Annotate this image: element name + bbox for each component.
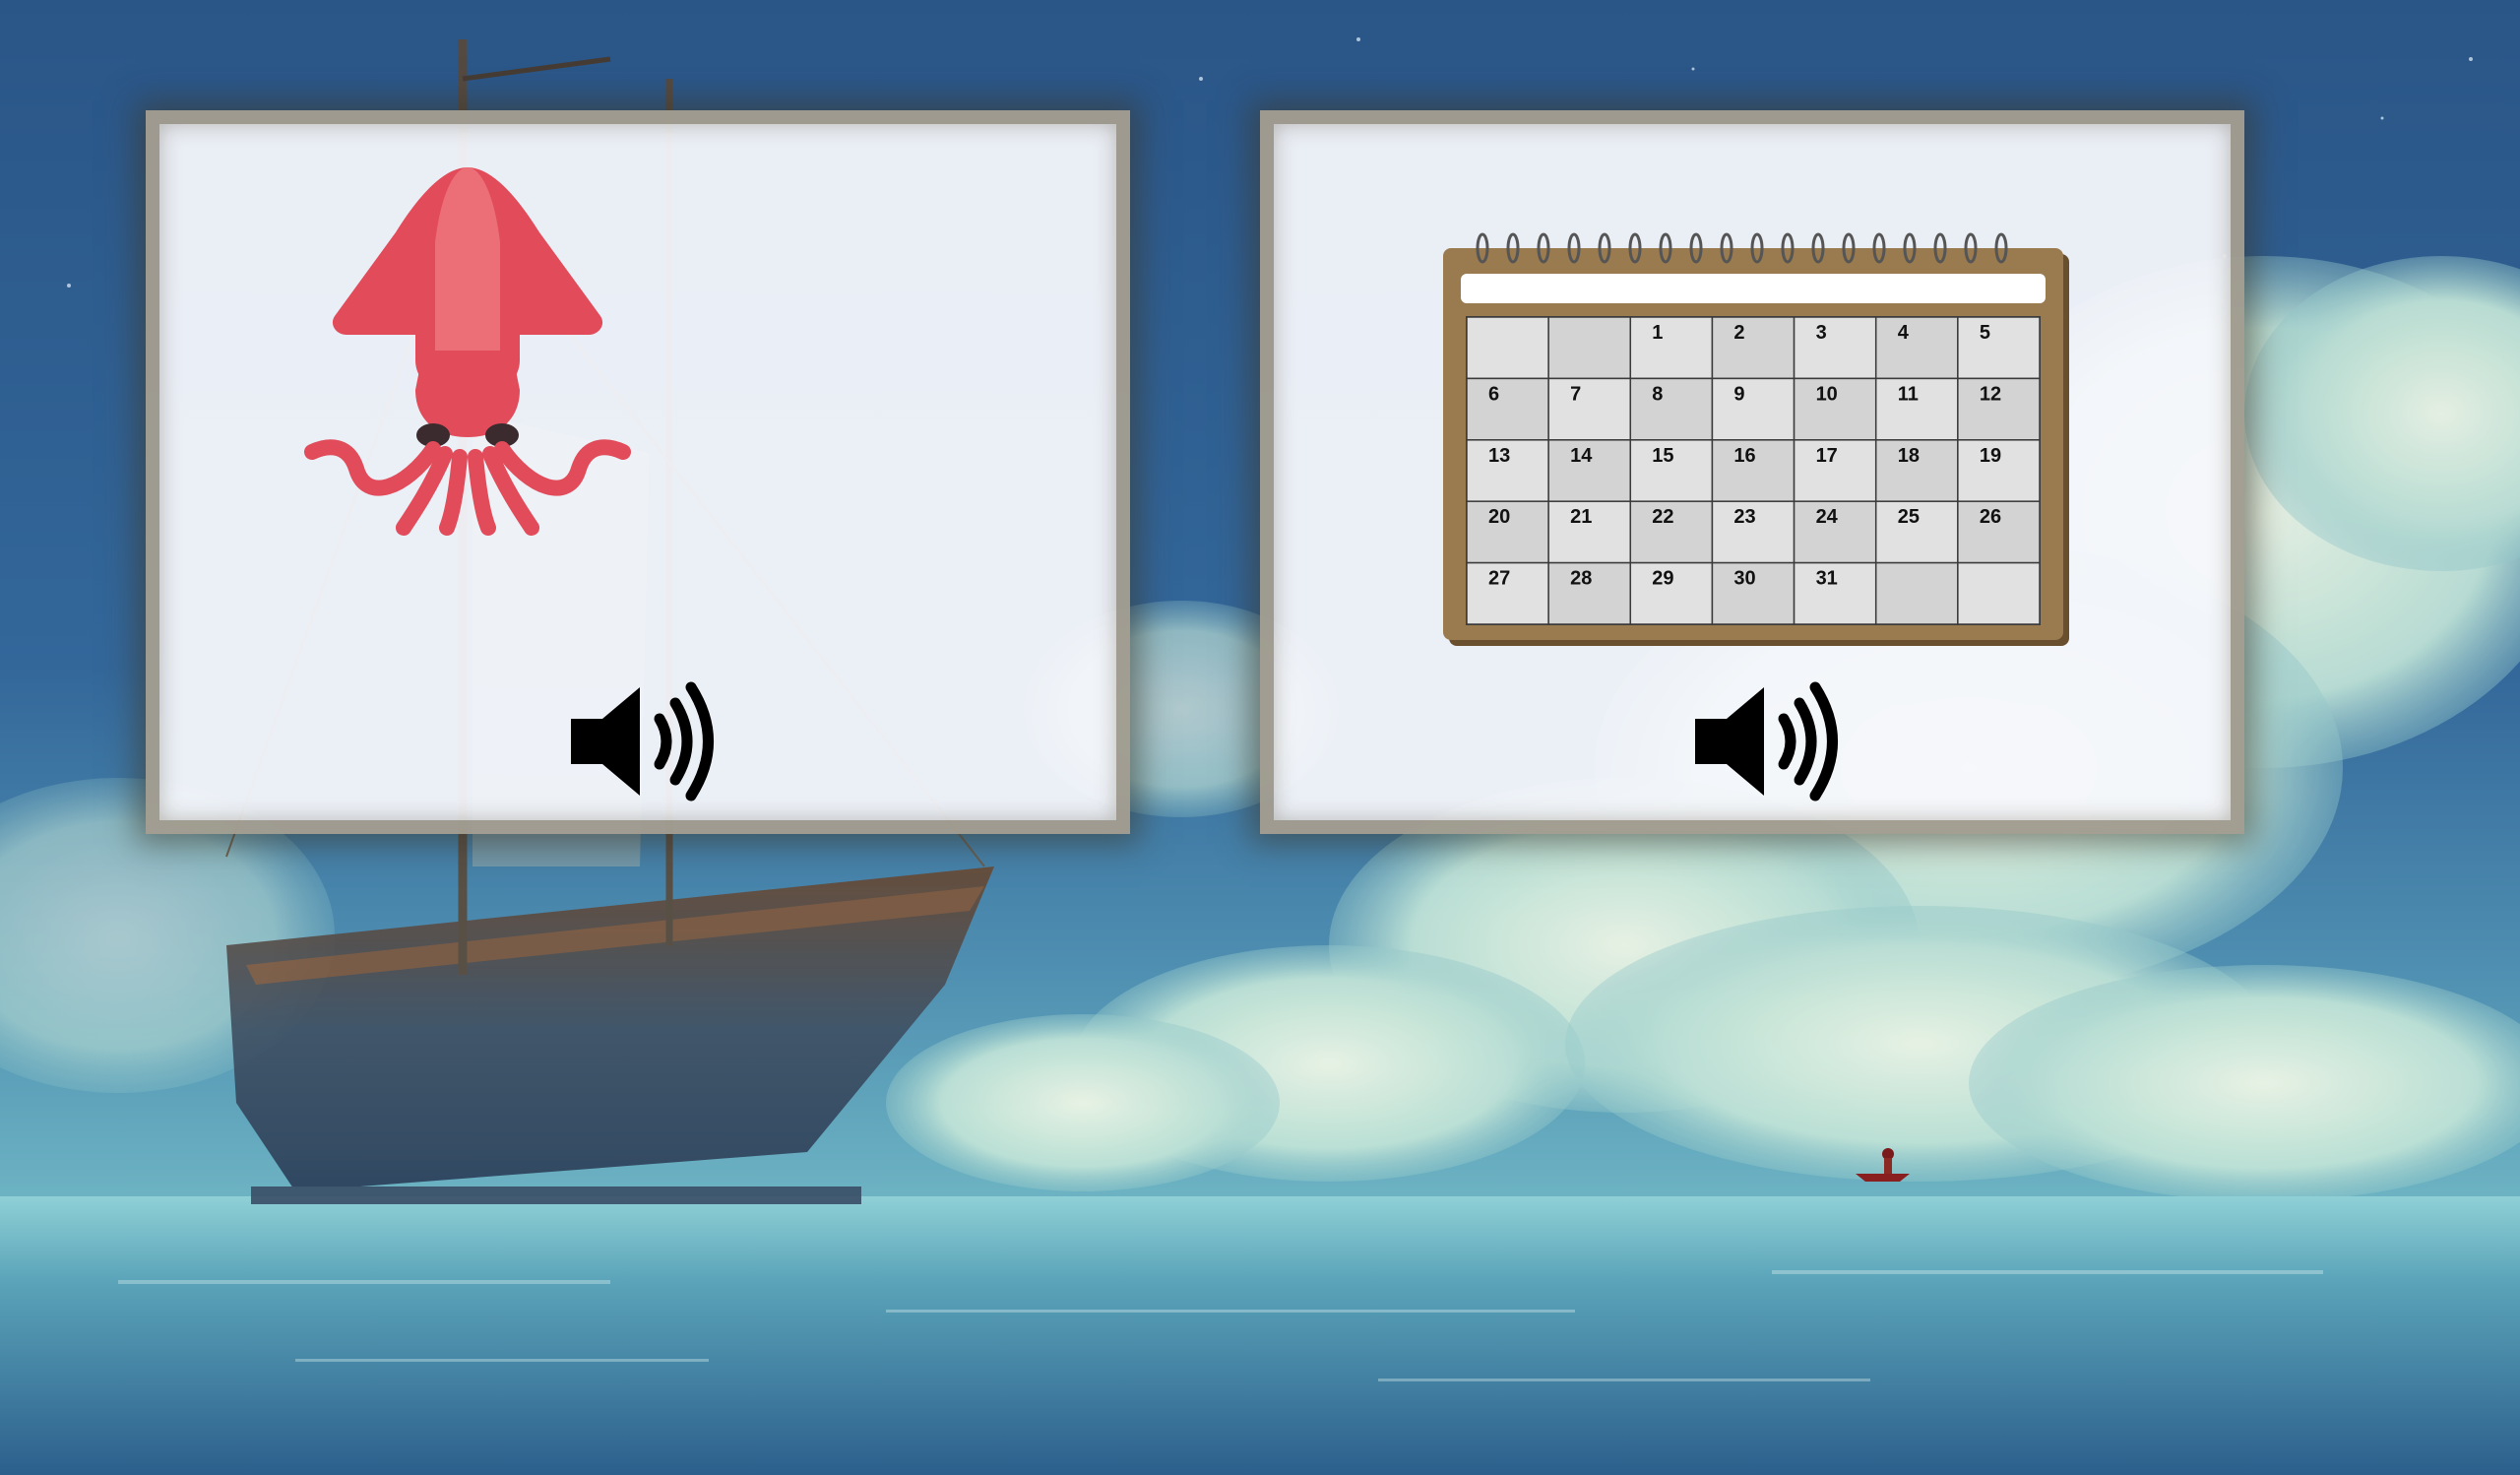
calendar-day-label: 29: [1652, 568, 1673, 590]
calendar-day-label: 25: [1898, 506, 1920, 528]
calendar-day-label: 17: [1816, 445, 1838, 467]
calendar-cell: [1957, 316, 2041, 380]
picture-card-calendar[interactable]: 1 2 3 4 5 6 7 8 9 10 11 12 13 14 15 16 17 18 19 20 21 22 23 24 2…: [1260, 110, 2244, 834]
calendar-day-label: 28: [1570, 568, 1592, 590]
calendar-day-label: 24: [1816, 506, 1839, 528]
calendar-cell: [1874, 316, 1959, 380]
calendar-day-label: 8: [1652, 383, 1663, 405]
calendar-day-label: 6: [1488, 383, 1499, 405]
calendar-cell: [1547, 316, 1632, 380]
calendar-day-label: 15: [1652, 445, 1673, 467]
calendar-cell: [1711, 316, 1796, 380]
calendar-cell: [1466, 316, 1549, 380]
picture-card-squid[interactable]: [146, 110, 1130, 834]
calendar-day-label: 5: [1980, 322, 1990, 344]
calendar-day-label: 27: [1488, 568, 1510, 590]
calendar-day-label: 11: [1898, 383, 1919, 405]
calendar-cell: [1711, 377, 1796, 441]
calendar-day-label: 1: [1652, 322, 1663, 344]
calendar-day-label: 13: [1488, 445, 1510, 467]
calendar-day-label: 12: [1980, 383, 2001, 405]
calendar-day-label: 4: [1898, 322, 1910, 344]
calendar-day-label: 16: [1733, 445, 1755, 467]
calendar-day-label: 14: [1570, 445, 1593, 467]
calendar-day-label: 23: [1733, 506, 1755, 528]
calendar-cell: [1874, 561, 1959, 625]
calendar-cell: [1466, 377, 1549, 441]
speaker-icon[interactable]: [563, 677, 721, 805]
game-stage: 1 2 3 4 5 6 7 8 9 10 11 12 13 14 15 16 17 18 19 20 21 22 23 24 2…: [0, 0, 2520, 1475]
calendar-day-label: 21: [1570, 506, 1592, 528]
calendar-day-label: 18: [1898, 445, 1920, 467]
calendar-day-label: 2: [1733, 322, 1744, 344]
calendar-day-label: 31: [1816, 568, 1838, 590]
calendar-day-label: 3: [1816, 322, 1827, 344]
calendar-day-label: 19: [1980, 445, 2001, 467]
calendar-day-label: 22: [1652, 506, 1673, 528]
calendar-day-label: 7: [1570, 383, 1581, 405]
calendar-cell: [1629, 377, 1714, 441]
calendar-cell: [1547, 377, 1632, 441]
calendar-grid: 1 2 3 4 56 7 8 9 10 11 1213 14 15 16 17 18 1920 21 22 23 24 2…: [1466, 316, 2041, 625]
calendar-day-label: 26: [1980, 506, 2001, 528]
calendar-day-label: 30: [1733, 568, 1755, 590]
sea: [0, 1196, 2520, 1475]
calendar-day-label: 20: [1488, 506, 1510, 528]
calendar-cell: [1957, 561, 2041, 625]
speaker-icon[interactable]: [1687, 677, 1845, 805]
calendar-cell: [1793, 316, 1877, 380]
calendar-cell: [1629, 316, 1714, 380]
calendar-day-label: 9: [1733, 383, 1744, 405]
calendar-day-label: 10: [1816, 383, 1838, 405]
